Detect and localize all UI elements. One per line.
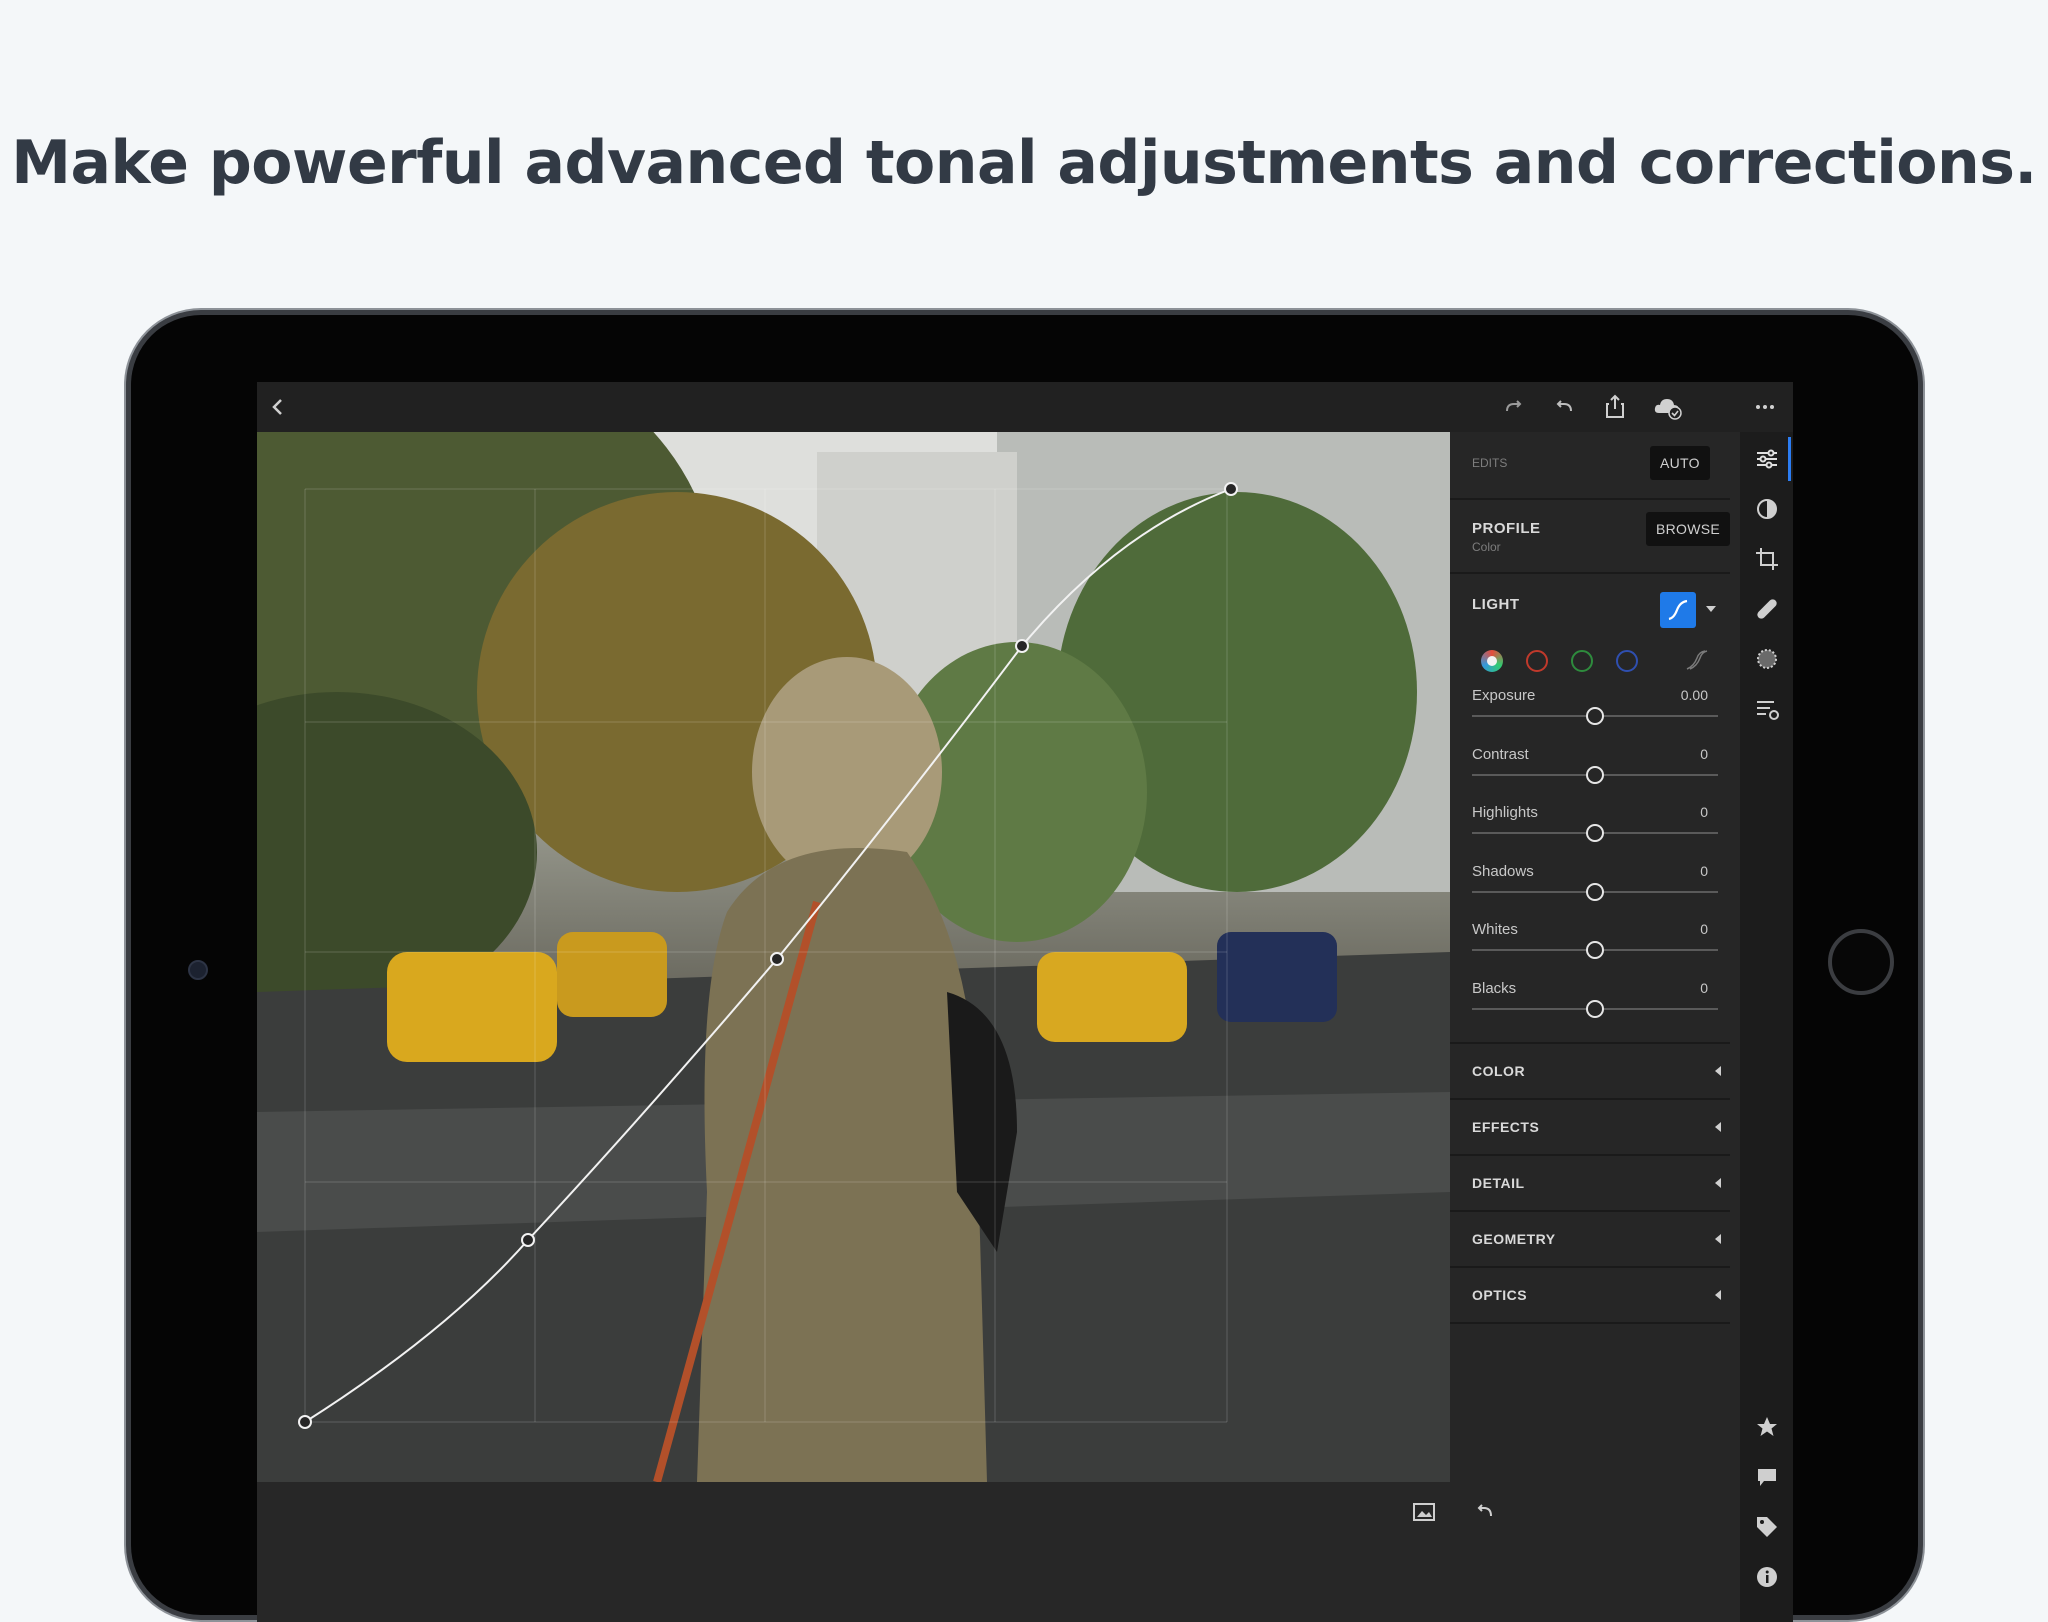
curve-point (1224, 482, 1238, 496)
crop-icon[interactable] (1752, 544, 1782, 574)
curve-icon (1668, 599, 1688, 621)
redo-icon[interactable] (1499, 392, 1529, 422)
reset-icon[interactable] (1473, 1499, 1497, 1523)
curve-point (1015, 639, 1029, 653)
section-label: GEOMETRY (1472, 1231, 1556, 1247)
cloud-synced-icon[interactable] (1652, 392, 1682, 422)
chevron-left-icon (1715, 1066, 1721, 1076)
slider-value-blacks: 0 (1700, 979, 1708, 996)
chevron-left-icon[interactable] (263, 392, 293, 422)
green-channel-icon[interactable] (1571, 650, 1593, 672)
slider-label-whites: Whites (1472, 921, 1518, 938)
divider (1450, 1322, 1730, 1324)
edit-panel: EDITS AUTO PROFILE Color BROWSE LIGHT Ex… (1450, 432, 1740, 1622)
curve-point (521, 1233, 535, 1247)
chevron-left-icon (1715, 1234, 1721, 1244)
slider-value-highlights: 0 (1700, 804, 1708, 820)
tool-rail (1740, 432, 1793, 1622)
curve-point (298, 1415, 312, 1429)
tone-curve-button[interactable] (1660, 592, 1696, 628)
profile-value: Color (1472, 540, 1501, 554)
slider-handle-contrast[interactable] (1586, 765, 1604, 784)
chevron-left-icon (1715, 1122, 1721, 1132)
active-tool-indicator (1788, 437, 1791, 481)
slider-handle-whites[interactable] (1586, 941, 1604, 959)
section-label: DETAIL (1472, 1175, 1525, 1191)
chevron-left-icon (1715, 1290, 1721, 1300)
slider-value-contrast: 0 (1700, 745, 1708, 762)
section-color[interactable]: COLOR (1450, 1044, 1730, 1098)
parametric-curve-icon[interactable] (1684, 648, 1708, 672)
tablet-frame: EDITS AUTO PROFILE Color BROWSE LIGHT Ex… (131, 315, 1918, 1622)
section-detail[interactable]: DETAIL (1450, 1156, 1730, 1210)
info-icon[interactable] (1752, 1562, 1782, 1592)
browse-button[interactable]: BROWSE (1646, 512, 1731, 546)
slider-label-blacks: Blacks (1472, 979, 1517, 997)
slider-value-exposure: 0.00 (1680, 687, 1708, 703)
photo-canvas[interactable] (257, 432, 1450, 1482)
chevron-left-icon (1715, 1178, 1721, 1188)
section-effects[interactable]: EFFECTS (1450, 1100, 1730, 1154)
rgb-channel-icon[interactable] (1481, 650, 1503, 672)
camera-icon (188, 960, 208, 980)
vignette-icon[interactable] (1752, 644, 1782, 674)
slider-handle-exposure[interactable] (1586, 707, 1604, 725)
page-headline: Make powerful advanced tonal adjustments… (11, 128, 2037, 198)
slider-label-shadows: Shadows (1472, 862, 1534, 880)
slider-value-shadows: 0 (1700, 862, 1708, 879)
slider-value-whites: 0 (1700, 921, 1708, 937)
slider-label-exposure: Exposure (1472, 687, 1536, 704)
section-geometry[interactable]: GEOMETRY (1450, 1212, 1730, 1266)
red-channel-icon[interactable] (1526, 650, 1548, 672)
tag-icon[interactable] (1752, 1512, 1782, 1542)
divider (1450, 498, 1730, 500)
share-icon[interactable] (1600, 392, 1630, 422)
section-label: OPTICS (1472, 1287, 1528, 1303)
presets-icon[interactable] (1752, 694, 1782, 724)
healing-icon[interactable] (1752, 594, 1782, 624)
section-label: EFFECTS (1472, 1119, 1540, 1135)
tone-curve-overlay[interactable] (257, 432, 1450, 1482)
light-section-label: LIGHT (1472, 596, 1520, 613)
auto-button[interactable]: AUTO (1650, 446, 1710, 480)
slider-label-contrast: Contrast (1472, 745, 1529, 763)
star-icon[interactable] (1752, 1412, 1782, 1442)
top-toolbar (257, 382, 1793, 432)
app-screen: EDITS AUTO PROFILE Color BROWSE LIGHT Ex… (257, 382, 1793, 1622)
section-label: COLOR (1472, 1063, 1526, 1079)
slider-handle-blacks[interactable] (1586, 999, 1604, 1018)
slider-handle-shadows[interactable] (1586, 882, 1604, 901)
undo-icon[interactable] (1549, 392, 1579, 422)
curve-point (770, 952, 784, 966)
comment-icon[interactable] (1752, 1462, 1782, 1492)
slider-label-highlights: Highlights (1472, 804, 1538, 821)
profile-label: PROFILE (1472, 520, 1541, 537)
filmstrip-area (257, 1482, 1450, 1622)
compare-icon[interactable] (1412, 1502, 1436, 1522)
slider-handle-highlights[interactable] (1586, 824, 1604, 842)
edits-label: EDITS (1472, 456, 1508, 470)
divider (1450, 572, 1730, 574)
more-icon[interactable] (1750, 392, 1780, 422)
section-optics[interactable]: OPTICS (1450, 1268, 1730, 1322)
home-button[interactable] (1828, 929, 1894, 995)
chevron-down-icon[interactable] (1706, 606, 1716, 612)
selective-icon[interactable] (1752, 494, 1782, 524)
edit-sliders-icon[interactable] (1752, 444, 1782, 474)
blue-channel-icon[interactable] (1616, 650, 1638, 672)
